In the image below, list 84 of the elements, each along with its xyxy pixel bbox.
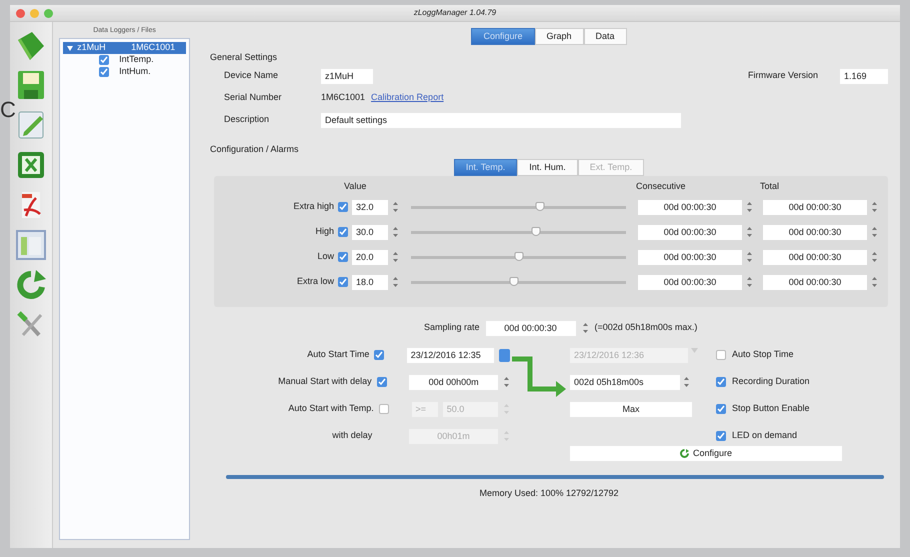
- section-title: Configuration / Alarms: [210, 143, 300, 156]
- slider-thumb[interactable]: [514, 252, 523, 261]
- field-label: Sampling rate: [424, 321, 480, 334]
- tree-item-label: IntTemp.: [119, 53, 154, 66]
- field-label: LED on demand: [732, 429, 798, 442]
- input-field[interactable]: 00d 00:00:30: [638, 224, 742, 240]
- input-field[interactable]: 00d 00:00:30: [763, 224, 867, 240]
- stepper[interactable]: [392, 225, 399, 239]
- field-label: Firmware Version: [748, 69, 818, 82]
- input-field[interactable]: 00d 00:00:30: [763, 250, 867, 264]
- input-field[interactable]: 00d 00:00:30: [763, 200, 867, 214]
- stepper[interactable]: [871, 250, 878, 264]
- field-label: Recording Duration: [732, 375, 810, 388]
- stepper[interactable]: [392, 250, 399, 264]
- tree-item-label: IntHum.: [119, 65, 151, 78]
- input-field[interactable]: 20.0: [352, 250, 388, 264]
- memory-usage-text: Memory Used: 100% 12792/12792: [478, 486, 620, 500]
- field-label: Auto Stop Time: [732, 348, 794, 362]
- input-field[interactable]: 00d 00:00:30: [486, 320, 576, 336]
- input-field[interactable]: 32.0: [352, 200, 388, 214]
- stepper[interactable]: [392, 200, 399, 214]
- alarm-label: Extra low: [296, 275, 334, 288]
- input-field[interactable]: 00d 00:00:30: [638, 274, 742, 290]
- field-label: with delay: [331, 429, 372, 442]
- field-label: Stop Button Enable: [732, 402, 810, 416]
- input-field[interactable]: 18.0: [352, 274, 388, 290]
- alarm-label: Extra high: [292, 200, 334, 214]
- stepper[interactable]: [871, 275, 878, 289]
- input-field[interactable]: 00d 00:00:30: [638, 200, 742, 214]
- tab[interactable]: Data: [584, 28, 627, 45]
- field-label: Auto Start Time: [306, 348, 370, 362]
- checkbox[interactable]: [378, 404, 389, 414]
- alarm-label: Low: [316, 250, 334, 264]
- input-field[interactable]: z1MuH: [321, 68, 373, 84]
- alarm-label: High: [314, 225, 334, 238]
- zoom-button[interactable]: [44, 9, 53, 18]
- input-field[interactable]: 30.0: [352, 224, 388, 240]
- sampling-note: (=002d 05h18m00s max.): [594, 321, 698, 334]
- field-label: Serial Number: [223, 91, 283, 104]
- stepper[interactable]: [746, 275, 753, 289]
- input-field[interactable]: 00d 00:00:30: [763, 274, 867, 290]
- column-header: Value: [344, 180, 368, 194]
- column-header: Consecutive: [636, 180, 687, 194]
- stepper[interactable]: [871, 225, 878, 239]
- refresh-icon[interactable]: [14, 268, 48, 302]
- slider-thumb[interactable]: [536, 202, 544, 211]
- input-field[interactable]: 00d 00:00:30: [638, 250, 742, 264]
- stepper[interactable]: [746, 225, 753, 239]
- field-label: Description: [223, 113, 270, 126]
- column-header: Total: [760, 180, 780, 194]
- max-button[interactable]: Max: [570, 402, 692, 416]
- stepper[interactable]: [871, 200, 878, 214]
- field-label: Device Name: [223, 69, 280, 82]
- background-letter: C: [0, 97, 16, 123]
- stepper[interactable]: [582, 321, 589, 335]
- calibration-report-link[interactable]: Calibration Report: [371, 91, 444, 105]
- input-field[interactable]: 00d 00h00m: [409, 374, 498, 390]
- layout-icon[interactable]: [14, 228, 48, 262]
- input-field[interactable]: 23/12/2016 12:35: [406, 348, 494, 362]
- dropdown-caret-icon: [691, 348, 698, 352]
- refresh-icon: [680, 448, 689, 458]
- stepper[interactable]: [683, 374, 690, 388]
- section-title: General Settings: [210, 51, 278, 64]
- tab[interactable]: Graph: [534, 28, 584, 45]
- date-picker-button[interactable]: [499, 348, 510, 362]
- stepper[interactable]: [746, 250, 753, 264]
- tree-item[interactable]: z1MuH 1M6C1001: [63, 42, 186, 54]
- close-button[interactable]: [16, 9, 25, 18]
- checkbox[interactable]: [716, 350, 726, 360]
- stepper[interactable]: [392, 275, 399, 289]
- tab[interactable]: Int. Hum.: [517, 158, 578, 176]
- field-label: Auto Start with Temp.: [287, 402, 374, 416]
- field-label: Manual Start with delay: [277, 375, 372, 388]
- input-field[interactable]: Default settings: [321, 112, 681, 128]
- slider-thumb[interactable]: [531, 227, 540, 236]
- input-field[interactable]: 1.169: [840, 68, 888, 84]
- stepper[interactable]: [503, 375, 510, 389]
- input-field[interactable]: 002d 05h18m00s: [570, 374, 680, 390]
- stepper[interactable]: [746, 200, 753, 214]
- disclosure-triangle-icon[interactable]: [67, 45, 74, 51]
- configure-button[interactable]: Configure: [570, 446, 842, 460]
- window-title: zLoggManager 1.04.79: [414, 7, 496, 19]
- serial-number-value: 1M6C1001: [321, 91, 366, 104]
- slider-thumb[interactable]: [510, 277, 519, 286]
